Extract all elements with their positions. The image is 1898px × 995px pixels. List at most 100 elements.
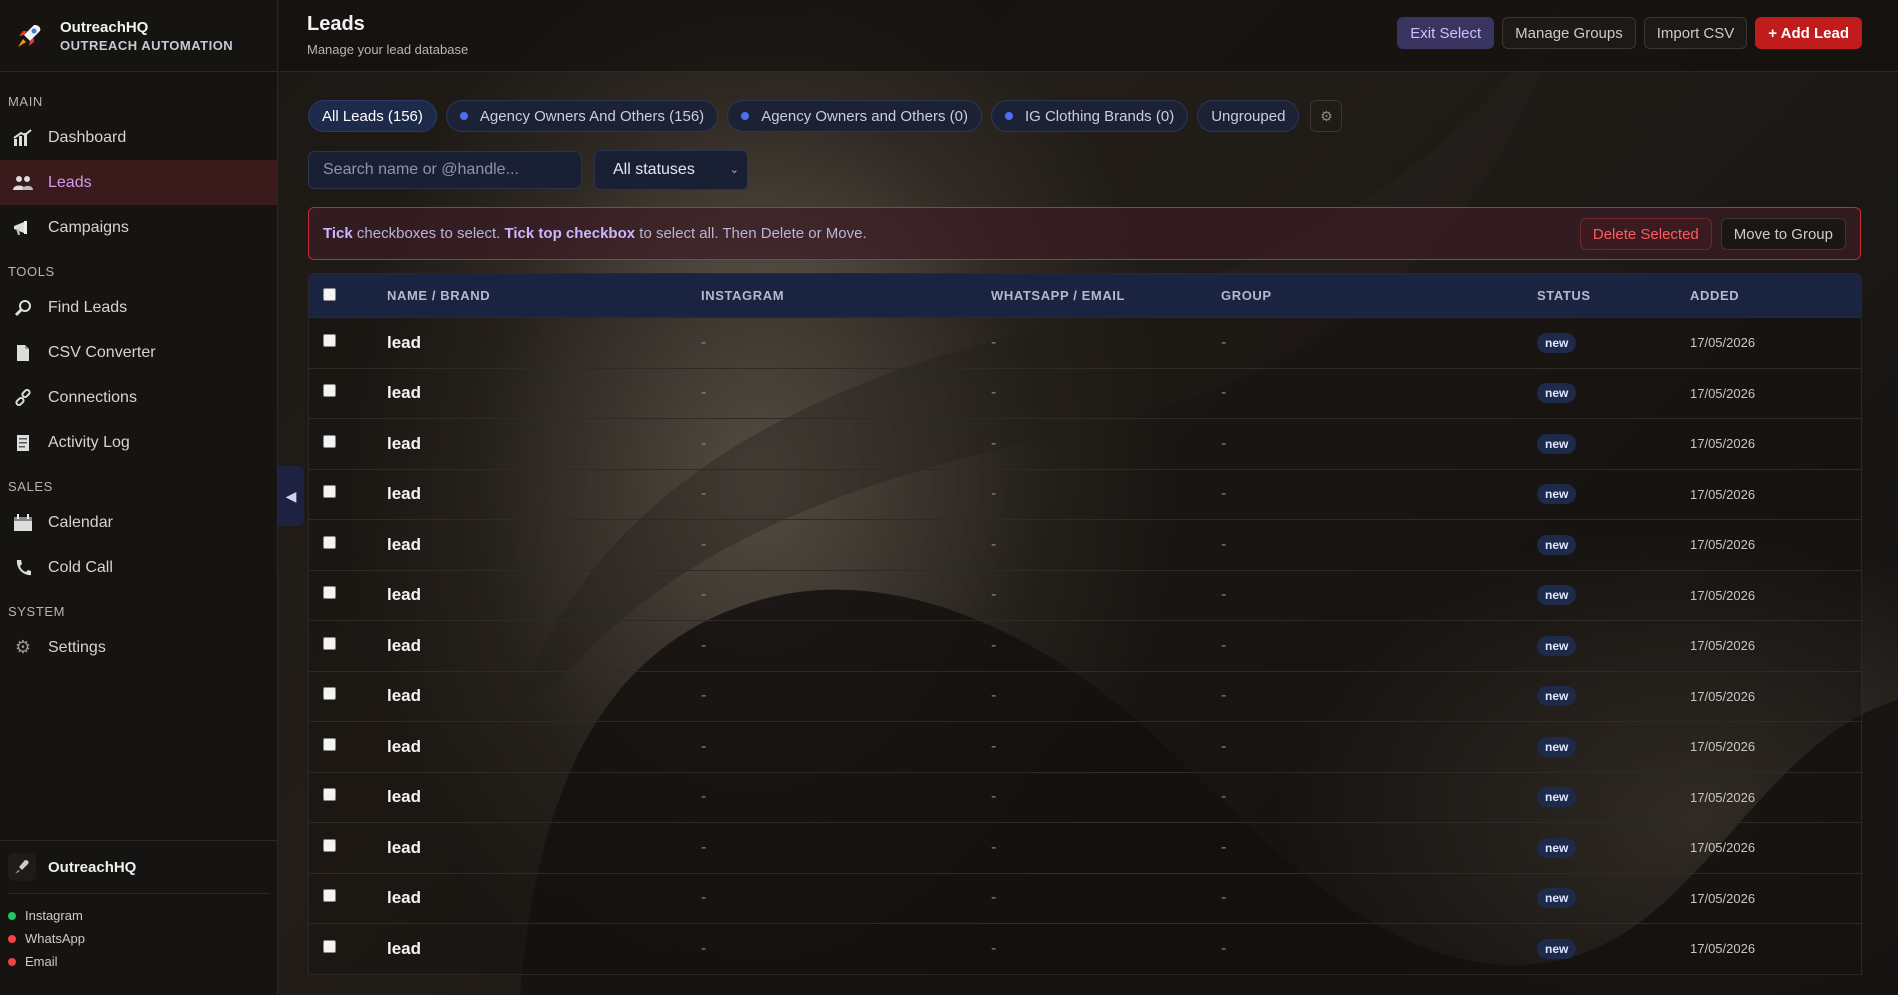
status-badge: new <box>1537 888 1577 909</box>
add-lead-button[interactable]: + Add Lead <box>1755 17 1862 49</box>
lead-added-date: 17/05/2026 <box>1690 739 1756 755</box>
column-header-name[interactable]: NAME / BRAND <box>387 288 490 303</box>
lead-added-date: 17/05/2026 <box>1690 840 1756 856</box>
table-row[interactable]: lead - - - new 17/05/2026 <box>309 468 1861 519</box>
status-badge: new <box>1537 332 1577 353</box>
sidebar-item-campaigns[interactable]: Campaigns <box>0 205 277 250</box>
row-checkbox[interactable] <box>323 485 336 503</box>
table-row[interactable]: lead - - - new 17/05/2026 <box>309 367 1861 418</box>
import-csv-button[interactable]: Import CSV <box>1643 17 1748 49</box>
status-filter-select[interactable]: All statuses ⌄ <box>594 150 748 190</box>
sidebar-item-label: Find Leads <box>48 298 128 316</box>
sidebar-item-settings[interactable]: ⚙ Settings <box>0 625 277 670</box>
group-filter-chips: All Leads (156) Agency Owners And Others… <box>308 100 1343 132</box>
row-checkbox[interactable] <box>323 939 336 958</box>
lead-name: lead <box>387 484 422 504</box>
sidebar-item-calendar[interactable]: Calendar <box>0 500 277 545</box>
move-to-group-button[interactable]: Move to Group <box>1720 218 1846 250</box>
sidebar-item-connections[interactable]: Connections <box>0 375 277 420</box>
section-label-sales: SALES <box>8 479 53 494</box>
table-row[interactable]: lead - - - new 17/05/2026 <box>309 519 1861 570</box>
lead-contact: - <box>991 384 997 402</box>
lead-added-date: 17/05/2026 <box>1690 537 1756 553</box>
table-row[interactable]: lead - - - new 17/05/2026 <box>309 317 1861 368</box>
table-row[interactable]: lead - - - new 17/05/2026 <box>309 569 1861 620</box>
sidebar-item-label: Connections <box>48 388 137 406</box>
lead-instagram: - <box>701 889 707 907</box>
lead-contact: - <box>991 535 997 553</box>
sidebar-item-find-leads[interactable]: Find Leads <box>0 285 277 330</box>
lead-group: - <box>1221 737 1227 755</box>
row-checkbox[interactable] <box>323 535 336 554</box>
sidebar-item-dashboard[interactable]: Dashboard <box>0 115 277 160</box>
chip-ig-clothing-brands[interactable]: IG Clothing Brands (0) <box>990 100 1189 132</box>
status-badge: new <box>1537 686 1577 707</box>
brand-header[interactable]: OutreachHQ OUTREACH AUTOMATION <box>0 0 277 72</box>
collapse-sidebar-button[interactable]: ◀ <box>278 466 304 526</box>
column-header-added[interactable]: ADDED <box>1690 288 1739 303</box>
chip-label: Ungrouped <box>1211 107 1286 125</box>
footer-brand-name: OutreachHQ <box>48 858 137 876</box>
chip-agency-owners-and-others-156[interactable]: Agency Owners And Others (156) <box>445 100 719 132</box>
row-checkbox[interactable] <box>323 838 336 857</box>
column-header-status[interactable]: STATUS <box>1537 288 1591 303</box>
sidebar-item-activity-log[interactable]: Activity Log <box>0 420 277 465</box>
lead-contact: - <box>991 434 997 452</box>
delete-selected-button[interactable]: Delete Selected <box>1579 218 1712 250</box>
table-row[interactable]: lead - - - new 17/05/2026 <box>309 923 1861 974</box>
exit-select-button[interactable]: Exit Select <box>1397 17 1495 49</box>
table-row[interactable]: lead - - - new 17/05/2026 <box>309 872 1861 923</box>
row-checkbox[interactable] <box>323 788 336 806</box>
rocket-logo-icon <box>18 24 41 47</box>
connection-label: Instagram <box>25 908 83 923</box>
row-checkbox[interactable] <box>323 333 336 352</box>
sidebar-item-label: Campaigns <box>48 218 129 236</box>
lead-added-date: 17/05/2026 <box>1690 587 1756 603</box>
column-header-contact[interactable]: WHATSAPP / EMAIL <box>991 288 1125 303</box>
lead-contact: - <box>991 636 997 654</box>
status-badge: new <box>1537 635 1577 656</box>
table-row[interactable]: lead - - - new 17/05/2026 <box>309 721 1861 772</box>
connection-label: WhatsApp <box>25 931 85 946</box>
status-badge: new <box>1537 938 1577 959</box>
lead-name: lead <box>387 938 422 958</box>
group-settings-gear-icon[interactable]: ⚙ <box>1310 100 1343 132</box>
footer-brand: OutreachHQ <box>8 853 270 894</box>
sidebar-item-csv-converter[interactable]: CSV Converter <box>0 330 277 375</box>
column-header-instagram[interactable]: INSTAGRAM <box>701 288 784 303</box>
manage-groups-button[interactable]: Manage Groups <box>1502 17 1636 49</box>
table-row[interactable]: lead - - - new 17/05/2026 <box>309 418 1861 469</box>
lead-instagram: - <box>701 636 707 654</box>
lead-name: lead <box>387 585 422 605</box>
chip-ungrouped[interactable]: Ungrouped <box>1197 100 1300 132</box>
status-badge: new <box>1537 484 1577 505</box>
table-row[interactable]: lead - - - new 17/05/2026 <box>309 771 1861 822</box>
column-header-group[interactable]: GROUP <box>1221 288 1272 303</box>
row-checkbox[interactable] <box>323 687 336 705</box>
lead-contact: - <box>991 586 997 604</box>
lead-instagram: - <box>701 838 707 856</box>
sidebar-item-cold-call[interactable]: Cold Call <box>0 545 277 590</box>
lead-name: lead <box>387 686 422 706</box>
magnifier-icon <box>12 297 34 319</box>
chart-icon <box>12 127 34 149</box>
connection-label: Email <box>25 954 58 969</box>
search-input[interactable] <box>308 151 582 189</box>
sidebar-item-leads[interactable]: Leads <box>0 160 277 205</box>
status-dot-icon <box>8 911 16 920</box>
table-row[interactable]: lead - - - new 17/05/2026 <box>309 822 1861 873</box>
row-checkbox[interactable] <box>323 586 336 604</box>
chip-agency-owners-and-others-0[interactable]: Agency Owners and Others (0) <box>727 100 982 132</box>
table-row[interactable]: lead - - - new 17/05/2026 <box>309 670 1861 721</box>
lead-group: - <box>1221 384 1227 402</box>
row-checkbox[interactable] <box>323 636 336 655</box>
table-header: NAME / BRAND INSTAGRAM WHATSAPP / EMAIL … <box>309 274 1861 317</box>
chip-all-leads[interactable]: All Leads (156) <box>308 100 437 132</box>
row-checkbox[interactable] <box>323 737 336 756</box>
row-checkbox[interactable] <box>323 434 336 453</box>
row-checkbox[interactable] <box>323 889 336 907</box>
row-checkbox[interactable] <box>323 384 336 402</box>
table-row[interactable]: lead - - - new 17/05/2026 <box>309 620 1861 671</box>
chevron-down-icon: ⌄ <box>729 164 739 176</box>
select-all-checkbox[interactable] <box>323 287 336 304</box>
